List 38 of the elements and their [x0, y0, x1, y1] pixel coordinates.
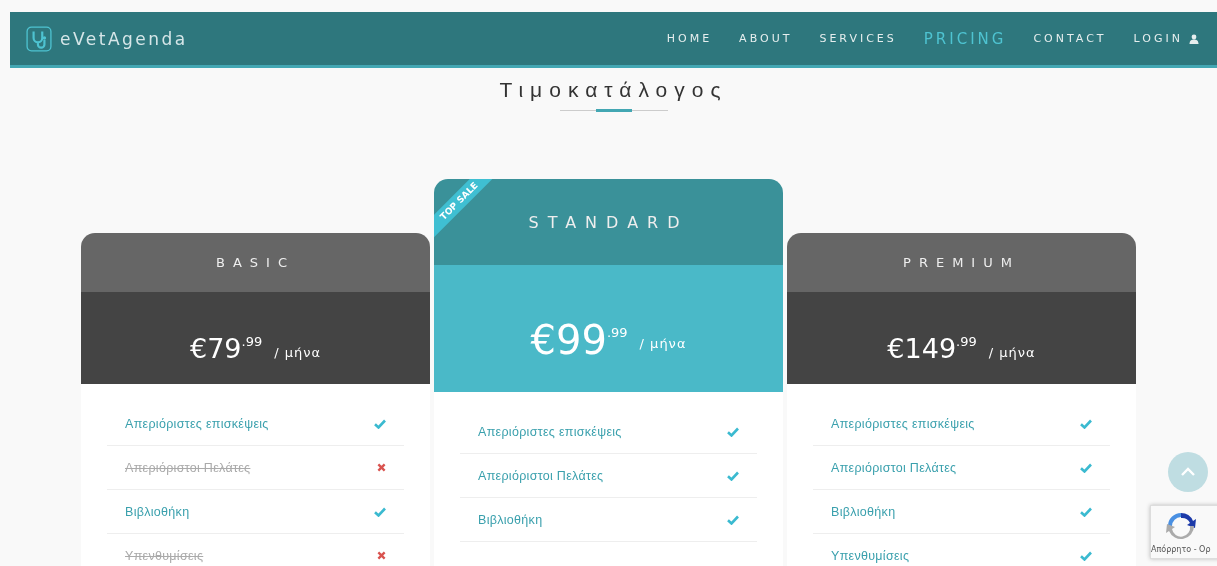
plan-name: PREMIUM — [903, 255, 1020, 270]
recaptcha-icon — [1165, 510, 1197, 542]
feature-label: Απεριόριστες επισκέψεις — [831, 416, 975, 431]
nav-link[interactable]: LOGIN — [1133, 32, 1199, 45]
nav-link[interactable]: HOME — [666, 32, 713, 45]
section-heading: Τιμοκατάλογος — [499, 78, 728, 102]
feature-label: Απεριόριστες επισκέψεις — [125, 416, 269, 431]
price-cents: .99 — [241, 333, 263, 349]
feature-label: Βιβλιοθήκη — [125, 504, 190, 519]
feature-label: Απεριόριστοι Πελάτες — [125, 460, 251, 475]
feature-label: Βιβλιοθήκη — [831, 504, 896, 519]
feature-label: Απεριόριστοι Πελάτες — [478, 468, 604, 483]
recaptcha-badge[interactable]: Απόρρητο - Ορ — [1150, 505, 1217, 559]
brand-name[interactable]: eVetAgenda — [60, 28, 188, 49]
price-period: / μήνα — [274, 344, 322, 360]
feature-label: Απεριόριστες επισκέψεις — [478, 424, 622, 439]
nav-link[interactable]: PRICING — [923, 29, 1007, 48]
feature-label: Υπενθυμίσεις — [125, 548, 204, 563]
stethoscope-icon — [26, 25, 52, 52]
feature-label: Απεριόριστοι Πελάτες — [831, 460, 957, 475]
user-icon — [1189, 33, 1199, 44]
price-amount: €79 — [189, 332, 242, 364]
price-cents: .99 — [606, 325, 628, 340]
recaptcha-links[interactable]: Απόρρητο - Ορ — [1151, 545, 1211, 554]
feature-label: Βιβλιοθήκη — [478, 512, 543, 527]
price-amount: €99 — [530, 316, 607, 363]
nav-link[interactable]: SERVICES — [819, 32, 897, 45]
feature-label: Υπενθυμίσεις — [831, 548, 910, 563]
nav-link[interactable]: ABOUT — [739, 32, 793, 45]
chevron-up-icon — [1180, 467, 1196, 477]
price-cents: .99 — [956, 333, 977, 349]
plan-name: STANDARD — [528, 212, 689, 232]
plan-name: BASIC — [216, 255, 295, 270]
nav-link[interactable]: CONTACT — [1033, 32, 1107, 45]
price-amount: €149 — [887, 332, 957, 364]
price-period: / μήνα — [639, 336, 687, 351]
price-period: / μήνα — [988, 344, 1036, 360]
scroll-top-button[interactable] — [1168, 452, 1208, 492]
